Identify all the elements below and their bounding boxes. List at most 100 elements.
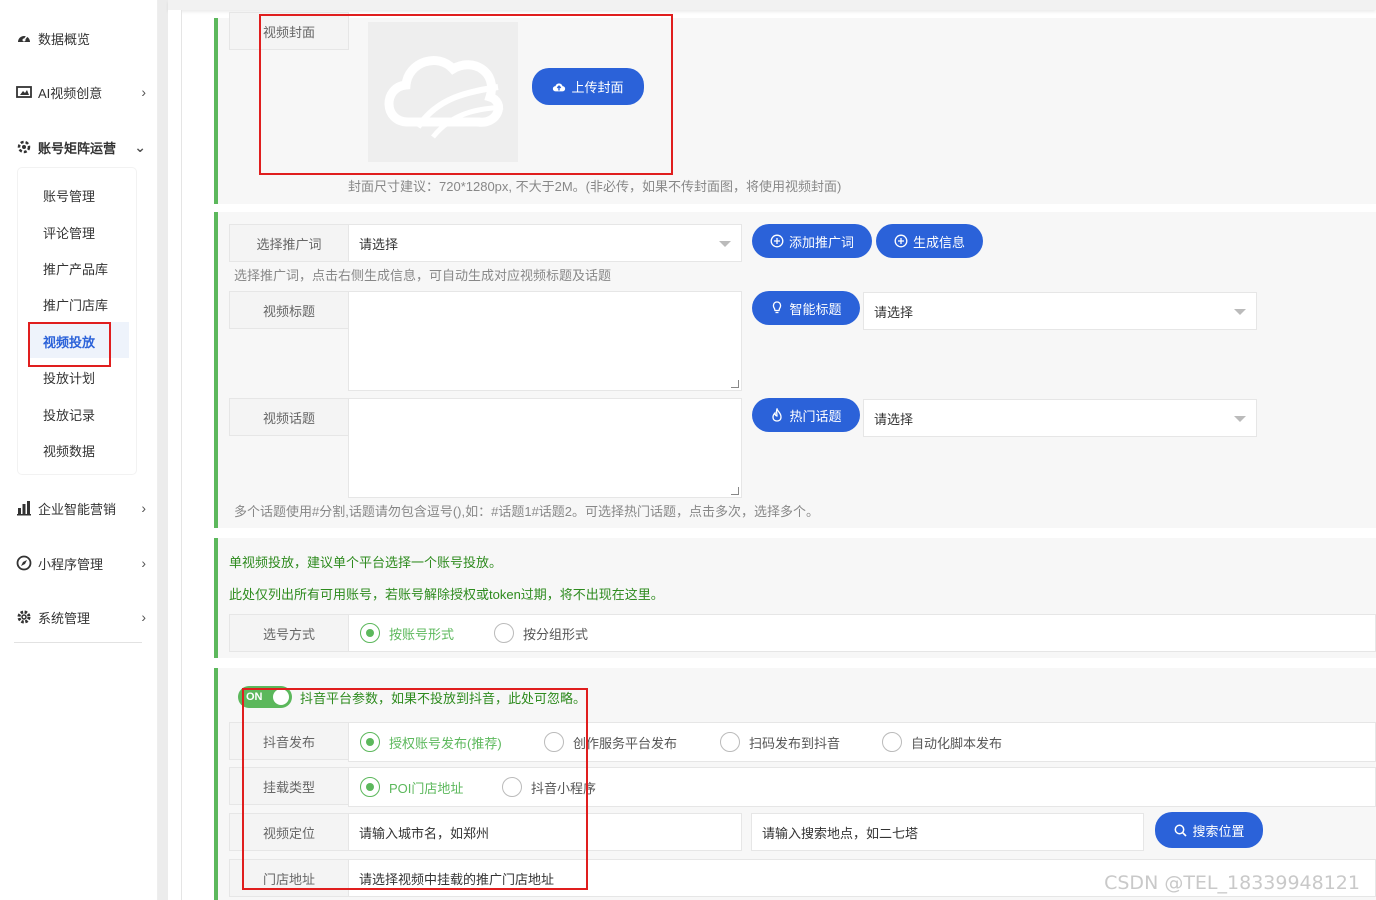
submenu-item-accounts[interactable]: 账号管理 — [43, 186, 95, 205]
submenu-item-video-publish[interactable]: 视频投放 — [43, 332, 95, 351]
submenu-item-plan[interactable]: 投放计划 — [43, 368, 95, 387]
radio-label: 按账号形式 — [389, 626, 455, 642]
radio-dot — [494, 623, 514, 643]
search-location-button[interactable]: 搜索位置 — [1155, 812, 1263, 848]
toggle-knob — [273, 689, 289, 705]
generate-info-button[interactable]: 生成信息 — [876, 224, 983, 258]
chevron-right-icon: › — [141, 84, 146, 100]
resize-grip-icon — [731, 380, 739, 388]
sidebar-item-ai-video[interactable]: AI视频创意 › — [16, 80, 146, 104]
city-input[interactable]: 请输入城市名，如郑州 — [348, 813, 742, 851]
bar-chart-icon — [16, 500, 32, 516]
caret-down-icon — [1234, 309, 1246, 315]
sidebar-item-label: AI视频创意 — [38, 85, 103, 101]
sidebar-gutter — [158, 0, 168, 900]
matrix-icon — [16, 139, 32, 155]
generate-info-label: 生成信息 — [912, 234, 965, 250]
plus-circle-icon — [770, 234, 784, 248]
account-notice-1: 单视频投放，建议单个平台选择一个账号投放。 — [229, 555, 503, 570]
sidebar-item-overview[interactable]: 数据概览 — [16, 26, 146, 50]
submenu-item-records[interactable]: 投放记录 — [43, 405, 95, 424]
submenu-matrix — [18, 168, 136, 474]
sidebar-item-matrix[interactable]: 账号矩阵运营 ⌄ — [16, 135, 146, 159]
video-topic-textarea[interactable] — [348, 398, 742, 498]
radio-by-account[interactable]: 按账号形式 — [360, 623, 454, 643]
title-select[interactable]: 请选择 — [863, 292, 1257, 330]
cloud-upload-icon — [552, 80, 566, 94]
radio-label: 创作服务平台发布 — [573, 735, 678, 751]
hot-topic-button[interactable]: 热门话题 — [752, 398, 860, 432]
upload-cover-label: 上传封面 — [571, 80, 624, 95]
sidebar-item-system[interactable]: 系统管理 › — [16, 605, 146, 629]
chevron-right-icon: › — [141, 555, 146, 571]
add-keyword-label: 添加推广词 — [788, 234, 854, 250]
cover-preview-image — [368, 22, 518, 162]
submenu-item-stores[interactable]: 推广门店库 — [43, 295, 108, 314]
caret-down-icon — [1234, 416, 1246, 422]
resize-grip-icon — [731, 487, 739, 495]
content-left-margin — [168, 10, 182, 900]
place-search-input[interactable]: 请输入搜索地点，如二七塔 — [751, 813, 1144, 851]
smart-title-label: 智能标题 — [789, 301, 842, 317]
keyword-select-value: 请选择 — [359, 236, 399, 252]
radio-publish-authorized[interactable]: 授权账号发布(推荐) — [360, 732, 502, 752]
radio-publish-script[interactable]: 自动化脚本发布 — [882, 732, 1002, 752]
sidebar-item-label: 账号矩阵运营 — [38, 140, 117, 156]
plus-circle-icon — [894, 234, 908, 248]
topic-select-value: 请选择 — [874, 411, 914, 427]
radio-by-group[interactable]: 按分组形式 — [494, 623, 588, 643]
radio-mount-miniapp[interactable]: 抖音小程序 — [502, 777, 596, 797]
ai-video-icon — [16, 84, 32, 100]
sidebar: 数据概览 AI视频创意 › 账号矩阵运营 ⌄ 账号管理 评论管理 推广产品库 推… — [0, 0, 158, 900]
video-title-textarea[interactable] — [348, 291, 742, 391]
title-label: 视频标题 — [229, 291, 349, 329]
submenu-item-video-data[interactable]: 视频数据 — [43, 441, 95, 460]
keyword-select[interactable]: 请选择 — [348, 224, 742, 262]
radio-dot — [360, 732, 380, 752]
title-select-value: 请选择 — [874, 304, 914, 320]
miniapp-icon — [16, 555, 32, 571]
publish-label: 抖音发布 — [229, 722, 349, 760]
chevron-right-icon: › — [141, 609, 146, 625]
location-label: 视频定位 — [229, 813, 349, 851]
csdn-watermark: CSDN @TEL_18339948121 — [1104, 872, 1360, 894]
radio-publish-creator[interactable]: 创作服务平台发布 — [544, 732, 677, 752]
smart-title-button[interactable]: 智能标题 — [752, 291, 860, 325]
radio-label: POI门店地址 — [389, 780, 464, 796]
keyword-label: 选择推广词 — [229, 224, 349, 262]
caret-down-icon — [719, 241, 731, 247]
sidebar-item-label: 小程序管理 — [38, 556, 104, 572]
publish-radio-group — [348, 722, 1376, 762]
cloud-logo-icon — [384, 56, 504, 139]
radio-dot — [544, 732, 564, 752]
radio-dot — [502, 777, 522, 797]
lightbulb-icon — [770, 301, 784, 315]
submenu-item-comments[interactable]: 评论管理 — [43, 223, 95, 242]
radio-mount-poi[interactable]: POI门店地址 — [360, 777, 463, 797]
sidebar-item-enterprise-marketing[interactable]: 企业智能营销 › — [16, 496, 146, 520]
submenu-item-products[interactable]: 推广产品库 — [43, 259, 108, 278]
store-label: 门店地址 — [229, 859, 349, 897]
city-input-placeholder: 请输入城市名，如郑州 — [359, 825, 490, 841]
fire-icon — [770, 408, 784, 422]
topic-hint: 多个话题使用#分割,话题请勿包含逗号(),如：#话题1#话题2。可选择热门话题，… — [234, 504, 820, 519]
mount-label: 挂载类型 — [229, 767, 349, 805]
sidebar-item-label: 数据概览 — [38, 31, 91, 47]
cover-label: 视频封面 — [229, 12, 349, 50]
top-shadow-bar — [168, 0, 1376, 10]
sidebar-item-miniapp[interactable]: 小程序管理 › — [16, 551, 146, 575]
topic-select[interactable]: 请选择 — [863, 399, 1257, 437]
douyin-toggle[interactable]: ON — [238, 686, 292, 708]
radio-label: 授权账号发布(推荐) — [389, 735, 502, 751]
store-address-value: 请选择视频中挂载的推广门店地址 — [359, 871, 555, 887]
place-input-placeholder: 请输入搜索地点，如二七塔 — [762, 825, 919, 841]
sidebar-item-label: 企业智能营销 — [38, 501, 117, 517]
add-keyword-button[interactable]: 添加推广词 — [752, 224, 872, 258]
upload-cover-button[interactable]: 上传封面 — [532, 68, 644, 105]
radio-label: 自动化脚本发布 — [911, 735, 1003, 751]
chevron-right-icon: › — [141, 500, 146, 516]
topic-label: 视频话题 — [229, 398, 349, 436]
radio-publish-scan[interactable]: 扫码发布到抖音 — [720, 732, 840, 752]
radio-dot — [360, 777, 380, 797]
keyword-hint: 选择推广词，点击右侧生成信息，可自动生成对应视频标题及话题 — [234, 268, 612, 283]
